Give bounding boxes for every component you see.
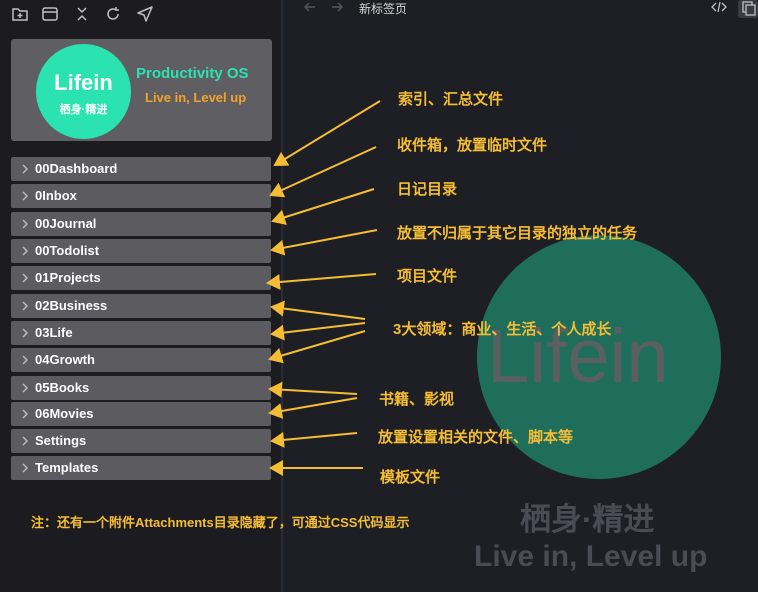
arrow-line	[269, 146, 377, 198]
note-templates: 模板文件	[380, 469, 441, 486]
arrow-line	[270, 431, 358, 448]
arrow-line	[268, 381, 358, 398]
footnote: 注：还有一个附件Attachments目录隐藏了，可通过CSS代码显示	[31, 515, 410, 530]
note-todolist: 放置不归属于其它目录的独立的任务	[397, 225, 638, 242]
note-dashboard: 索引、汇总文件	[398, 91, 504, 108]
annotation-arrows	[266, 100, 381, 476]
note-settings: 放置设置相关的文件、脚本等	[378, 429, 574, 446]
note-inbox: 收件箱，放置临时文件	[397, 137, 548, 154]
note-projects: 项目文件	[397, 268, 458, 285]
note-areas: 3大领域：商业、生活、个人成长	[393, 321, 612, 338]
arrow-line	[266, 273, 377, 290]
arrow-line	[268, 330, 366, 364]
arrow-line	[270, 229, 378, 256]
arrow-line	[268, 397, 358, 419]
note-journal: 日记目录	[397, 181, 458, 198]
arrow-line	[271, 188, 375, 226]
arrow-line	[273, 100, 381, 167]
arrow-line	[270, 300, 366, 320]
arrow-line	[270, 322, 366, 341]
note-media: 书籍、影视	[379, 391, 455, 408]
